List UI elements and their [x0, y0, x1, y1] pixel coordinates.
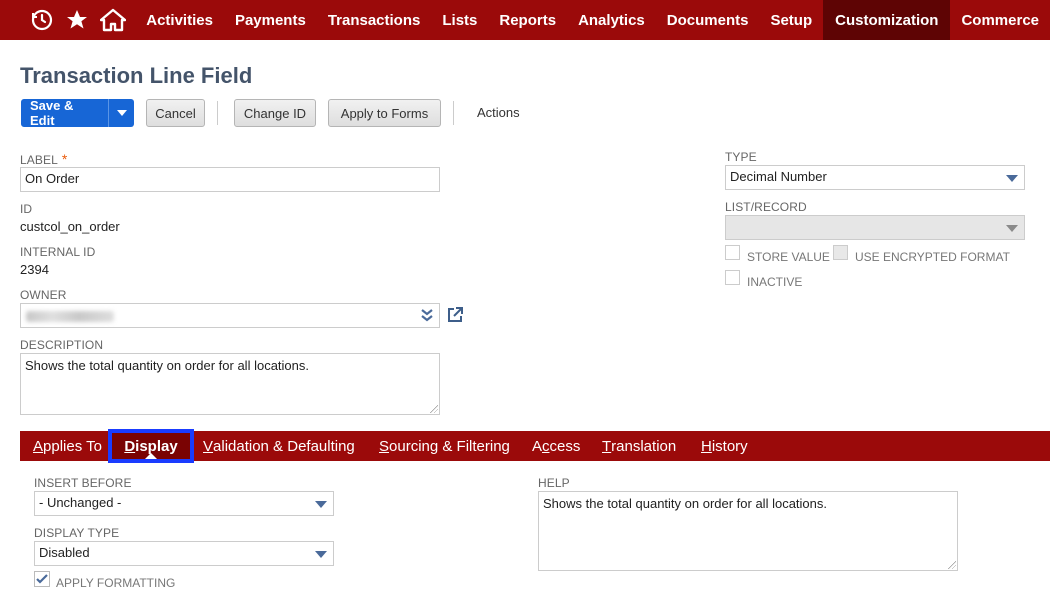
toolbar-divider: [217, 101, 218, 125]
double-chevron-down-icon: [421, 309, 433, 322]
nav-customization[interactable]: Customization: [823, 0, 951, 40]
nav-transactions[interactable]: Transactions: [317, 0, 432, 40]
store-value-label: STORE VALUE: [747, 250, 830, 264]
insert-before-value: - Unchanged -: [39, 495, 122, 510]
id-field-caption: ID: [20, 202, 33, 216]
actions-menu[interactable]: Actions: [477, 105, 520, 120]
tab-display[interactable]: Display: [108, 429, 194, 463]
owner-value-redacted: [26, 311, 114, 322]
top-navigation: Activities Payments Transactions Lists R…: [0, 0, 1050, 40]
use-encrypted-format-checkbox[interactable]: [833, 245, 848, 260]
id-value: custcol_on_order: [20, 219, 120, 234]
chevron-down-icon: [315, 501, 327, 508]
active-tab-pointer-icon: [145, 453, 157, 459]
tab-history[interactable]: History: [701, 431, 748, 461]
apply-formatting-label: APPLY FORMATTING: [56, 576, 176, 590]
description-textarea[interactable]: Shows the total quantity on order for al…: [20, 353, 440, 415]
help-textarea[interactable]: Shows the total quantity on order for al…: [538, 491, 958, 571]
inactive-checkbox[interactable]: [725, 270, 740, 285]
nav-activities[interactable]: Activities: [135, 0, 224, 40]
description-text: Shows the total quantity on order for al…: [25, 358, 309, 373]
apply-to-forms-button[interactable]: Apply to Forms: [328, 99, 441, 127]
display-type-select[interactable]: Disabled: [34, 541, 334, 566]
nav-lists[interactable]: Lists: [431, 0, 488, 40]
display-type-value: Disabled: [39, 545, 90, 560]
type-select-value: Decimal Number: [730, 169, 827, 184]
internal-id-value: 2394: [20, 262, 49, 277]
home-icon[interactable]: [95, 0, 131, 40]
tab-validation-defaulting[interactable]: Validation & Defaulting: [203, 431, 355, 461]
nav-payments[interactable]: Payments: [224, 0, 317, 40]
use-encrypted-format-label: USE ENCRYPTED FORMAT: [855, 250, 1010, 264]
insert-before-caption: INSERT BEFORE: [34, 476, 132, 490]
type-select[interactable]: Decimal Number: [725, 165, 1025, 190]
resize-handle-icon[interactable]: [948, 561, 956, 569]
insert-before-select[interactable]: - Unchanged -: [34, 491, 334, 516]
internal-id-caption: INTERNAL ID: [20, 245, 96, 259]
toolbar-divider: [453, 101, 454, 125]
tab-translation[interactable]: Translation: [602, 431, 676, 461]
inactive-label: INACTIVE: [747, 275, 803, 289]
resize-handle-icon[interactable]: [430, 405, 438, 413]
required-indicator: *: [61, 151, 68, 167]
description-field-caption: DESCRIPTION: [20, 338, 104, 352]
tab-applies-to[interactable]: Applies To: [33, 431, 102, 461]
nav-documents[interactable]: Documents: [656, 0, 760, 40]
nav-analytics[interactable]: Analytics: [567, 0, 656, 40]
save-options-dropdown-button[interactable]: [108, 99, 134, 127]
checkmark-icon: [36, 574, 48, 584]
nav-commerce[interactable]: Commerce: [950, 0, 1050, 40]
page-title: Transaction Line Field: [20, 63, 253, 88]
open-record-icon[interactable]: [446, 306, 464, 324]
label-field-caption: LABEL *: [20, 151, 68, 167]
nav-setup[interactable]: Setup: [759, 0, 823, 40]
cancel-button[interactable]: Cancel: [146, 99, 205, 127]
chevron-down-icon: [1006, 175, 1018, 182]
owner-select[interactable]: [20, 303, 440, 328]
chevron-down-icon: [1006, 225, 1018, 232]
list-record-caption: LIST/RECORD: [725, 200, 807, 214]
chevron-down-icon: [315, 551, 327, 558]
owner-field-caption: OWNER: [20, 288, 67, 302]
tab-access[interactable]: Ac cess: [532, 431, 580, 461]
tab-sourcing-filtering[interactable]: Sourcing & Filtering: [379, 431, 510, 461]
apply-formatting-checkbox[interactable]: [34, 571, 50, 587]
chevron-down-icon: [116, 110, 127, 116]
nav-reports[interactable]: Reports: [488, 0, 567, 40]
subtab-bar: Applies To Display Validation & Defaulti…: [20, 429, 1050, 463]
label-input[interactable]: On Order: [20, 167, 440, 192]
change-id-button[interactable]: Change ID: [234, 99, 316, 127]
display-type-caption: DISPLAY TYPE: [34, 526, 120, 540]
help-field-caption: HELP: [538, 476, 570, 490]
save-edit-button[interactable]: Save & Edit: [21, 98, 108, 128]
recent-records-icon[interactable]: [24, 0, 60, 40]
help-text: Shows the total quantity on order for al…: [543, 496, 827, 511]
star-icon[interactable]: [60, 0, 96, 40]
list-record-select[interactable]: [725, 215, 1025, 240]
store-value-checkbox[interactable]: [725, 245, 740, 260]
type-field-caption: TYPE: [725, 150, 757, 164]
